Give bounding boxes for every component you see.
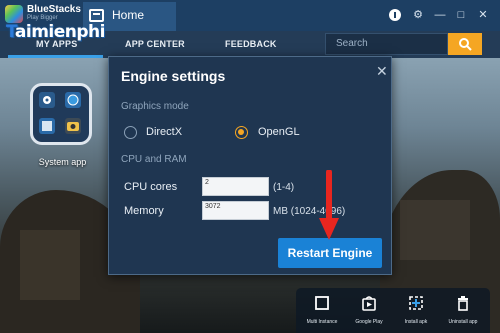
cpu-ram-label: CPU and RAM: [121, 154, 187, 165]
nav-feedback[interactable]: FEEDBACK: [225, 39, 277, 49]
search-placeholder: Search: [336, 38, 368, 49]
directx-label[interactable]: DirectX: [146, 126, 182, 138]
search-icon: [459, 38, 472, 51]
dock-label: Uninstall app: [448, 319, 478, 325]
opengl-label[interactable]: OpenGL: [258, 126, 300, 138]
multi-instance-icon: [315, 296, 329, 310]
files-icon: [39, 118, 55, 134]
dock-label: Google Play: [355, 319, 383, 325]
google-play-button[interactable]: Google Play: [346, 288, 392, 333]
directx-radio[interactable]: [124, 126, 137, 139]
dock-label: Multi Instance: [306, 319, 338, 325]
system-app-icon[interactable]: [30, 83, 92, 145]
engine-settings-dialog: Engine settings ✕ Graphics mode DirectX …: [108, 56, 392, 275]
notification-icon[interactable]: [389, 9, 401, 21]
settings-icon[interactable]: ⚙: [411, 8, 425, 22]
opengl-radio[interactable]: [235, 126, 248, 139]
dialog-title: Engine settings: [121, 68, 226, 84]
search-button[interactable]: [448, 33, 482, 55]
maximize-icon[interactable]: □: [454, 8, 468, 22]
dock-label: Install apk: [404, 319, 428, 325]
wallpaper-ruin-left: [20, 230, 80, 300]
watermark-logo: Taimienphi: [6, 22, 105, 42]
bluestacks-logo-icon: [5, 5, 23, 23]
google-play-icon: [362, 296, 376, 311]
system-app-label: System app: [38, 157, 87, 167]
red-arrow-icon: [319, 170, 339, 240]
install-apk-icon: [409, 296, 423, 310]
camera-icon: [65, 118, 81, 134]
cpu-cores-label: CPU cores: [124, 181, 178, 193]
minimize-icon[interactable]: —: [433, 8, 447, 22]
cpu-cores-field[interactable]: 2: [202, 177, 269, 196]
nav-app-center[interactable]: APP CENTER: [125, 39, 185, 49]
brand-tagline: Play Bigger: [27, 15, 58, 21]
wallpaper-ruin-right: [400, 200, 470, 260]
graphics-mode-label: Graphics mode: [121, 101, 189, 112]
bottom-dock: Multi Instance Google Play Install apk U…: [296, 288, 490, 333]
restart-engine-button[interactable]: Restart Engine: [278, 238, 382, 268]
gear-icon: [39, 92, 55, 108]
search-input[interactable]: Search: [325, 33, 448, 55]
cpu-cores-hint: (1-4): [273, 182, 295, 193]
close-icon[interactable]: ✕: [376, 63, 388, 80]
memory-field[interactable]: 3072: [202, 201, 269, 220]
home-tab-label: Home: [112, 8, 145, 22]
trash-icon: [458, 296, 468, 311]
close-window-icon[interactable]: ✕: [476, 8, 490, 22]
home-tab-icon: [89, 9, 104, 22]
globe-icon: [65, 92, 81, 108]
install-apk-button[interactable]: Install apk: [393, 288, 439, 333]
multi-instance-button[interactable]: Multi Instance: [299, 288, 345, 333]
brand-name: BlueStacks: [27, 4, 81, 15]
uninstall-app-button[interactable]: Uninstall app: [440, 288, 486, 333]
memory-label: Memory: [124, 205, 164, 217]
